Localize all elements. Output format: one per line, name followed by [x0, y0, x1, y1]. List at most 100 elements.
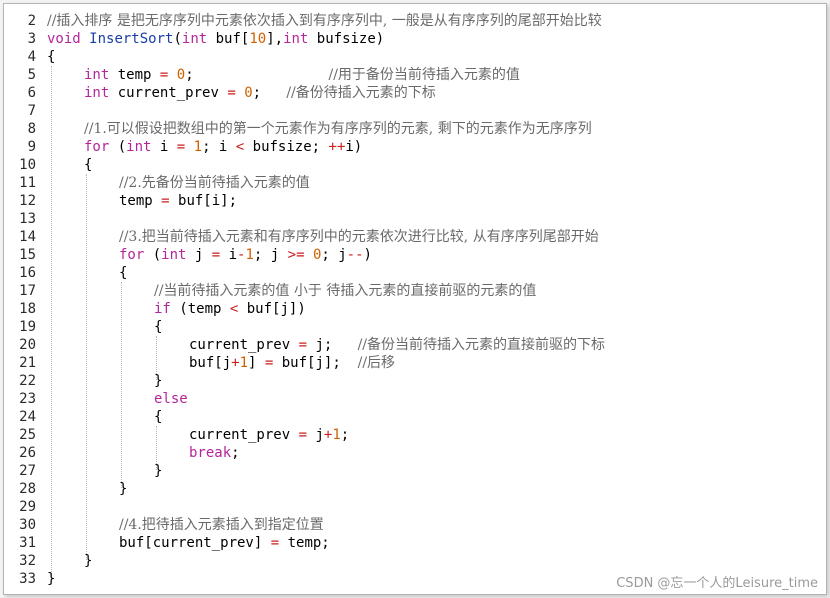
line-number: 28 — [19, 481, 36, 497]
number-literal: 1 — [193, 139, 203, 155]
code-text: bufsize) — [308, 31, 385, 47]
keyword: int — [84, 85, 110, 101]
code-text: } — [119, 481, 128, 497]
code-text: buf[current_prev] — [119, 535, 271, 551]
line-number: 8 — [27, 121, 36, 137]
code-line-19: 19 { — [4, 318, 826, 336]
line-number: 14 — [19, 229, 36, 245]
keyword: int — [181, 31, 208, 47]
number-literal: 0 — [244, 85, 253, 101]
line-number: 5 — [27, 67, 36, 83]
code-line-3: 3 void InsertSort(int buf[10],int bufsize… — [4, 30, 826, 48]
code-screenshot-frame: 2 //插入排序 是把无序序列中元素依次插入到有序序列中, 一般是从有序序列的尾部… — [3, 3, 827, 595]
line-number: 21 — [19, 355, 36, 371]
code-line-10: 10 { — [4, 156, 826, 174]
operator: -- — [346, 247, 364, 263]
line-number: 4 — [27, 49, 36, 65]
line-number: 2 — [27, 13, 36, 29]
code-line-28: 28} — [4, 480, 826, 498]
operator: = — [298, 337, 308, 353]
code-text: ) — [363, 247, 372, 263]
line-number: 33 — [19, 571, 36, 587]
code-line-17: 17 //当前待插入元素的值 小于 待插入元素的直接前驱的元素的值 — [4, 282, 826, 300]
code-text: j — [186, 247, 212, 263]
code-text: ; — [231, 445, 240, 461]
line-number: 16 — [19, 265, 36, 281]
number-literal: 10 — [249, 31, 267, 47]
number-literal: 1 — [245, 247, 254, 263]
code-line-21: 21 buf[j+1] = buf[j]; //后移 — [4, 354, 826, 372]
code-line-30: 30 //4.把待插入元素插入到指定位置 — [4, 516, 826, 534]
function-name: InsertSort — [89, 31, 174, 47]
operator: = — [211, 247, 221, 263]
operator: ++ — [328, 139, 346, 155]
operator: = — [298, 427, 308, 443]
line-number: 6 — [27, 85, 36, 101]
code-text: temp — [109, 67, 160, 83]
line-number: 3 — [27, 31, 36, 47]
code-text: current_prev — [189, 337, 299, 353]
code-text: ; j — [253, 247, 288, 263]
code-text: { — [119, 265, 128, 281]
operator: = — [227, 85, 236, 101]
line-number: 11 — [19, 175, 36, 191]
operator: >= — [287, 247, 305, 263]
code-line-31: 31 buf[current_prev] = temp; — [4, 534, 826, 552]
line-number: 12 — [19, 193, 36, 209]
code-text: buf[j — [189, 355, 232, 371]
line-number: 22 — [19, 373, 36, 389]
code-editor: 2 //插入排序 是把无序序列中元素依次插入到有序序列中, 一般是从有序序列的尾部… — [4, 12, 826, 588]
code-text: } — [154, 463, 163, 479]
line-number: 32 — [19, 553, 36, 569]
keyword: int — [84, 67, 110, 83]
line-number: 23 — [19, 391, 36, 407]
code-text: ( — [173, 31, 182, 47]
comment: //后移 — [357, 355, 396, 371]
code-text: ( — [109, 139, 127, 155]
line-number: 24 — [19, 409, 36, 425]
code-text: ] — [248, 355, 265, 371]
operator: < — [235, 139, 245, 155]
operator: = — [161, 193, 170, 209]
operator: + — [231, 355, 240, 371]
keyword: int — [126, 139, 152, 155]
keyword: else — [154, 391, 188, 407]
code-text: current_prev — [109, 85, 228, 101]
code-line-12: 12 temp = buf[i]; — [4, 192, 826, 210]
line-number: 25 — [19, 427, 36, 443]
code-line-4: 4{ — [4, 48, 826, 66]
code-line-26: 26 break; — [4, 444, 826, 462]
code-text: j — [307, 427, 324, 443]
code-line-16: 16 { — [4, 264, 826, 282]
code-text: buf[j]) — [238, 301, 306, 317]
keyword: void — [47, 31, 81, 47]
code-text: j; — [307, 337, 358, 353]
code-text: } — [47, 571, 56, 587]
number-literal: 1 — [239, 355, 249, 371]
code-line-25: 25 current_prev = j+1; — [4, 426, 826, 444]
line-number: 9 — [27, 139, 36, 155]
code-text: ; i — [202, 139, 236, 155]
operator: = — [270, 535, 280, 551]
code-text: } — [154, 373, 163, 389]
code-text: { — [47, 49, 56, 65]
keyword: if — [154, 301, 171, 317]
comment: //3.把当前待插入元素和有序序列中的元素依次进行比较, 从有序序列尾部开始 — [119, 229, 599, 245]
code-line-5: 5 int temp = 0; //用于备份当前待插入元素的值 — [4, 66, 826, 84]
code-line-2: 2 //插入排序 是把无序序列中元素依次插入到有序序列中, 一般是从有序序列的尾部… — [4, 12, 826, 30]
code-line-11: 11 //2.先备份当前待插入元素的值 — [4, 174, 826, 192]
line-number: 26 — [19, 445, 36, 461]
line-number: 15 — [19, 247, 36, 263]
code-text: temp; — [279, 535, 330, 551]
code-line-13: 13 — [4, 210, 826, 228]
comment: //1.可以假设把数组中的第一个元素作为有序序列的元素, 剩下的元素作为无序序列 — [84, 121, 592, 137]
code-line-8: 8 //1.可以假设把数组中的第一个元素作为有序序列的元素, 剩下的元素作为无序序… — [4, 120, 826, 138]
code-text: } — [84, 553, 93, 569]
code-line-20: 20 current_prev = j; //备份当前待插入元素的直接前驱的下标 — [4, 336, 826, 354]
comment: //当前待插入元素的值 小于 待插入元素的直接前驱的元素的值 — [154, 283, 537, 299]
number-literal: 0 — [176, 67, 186, 83]
